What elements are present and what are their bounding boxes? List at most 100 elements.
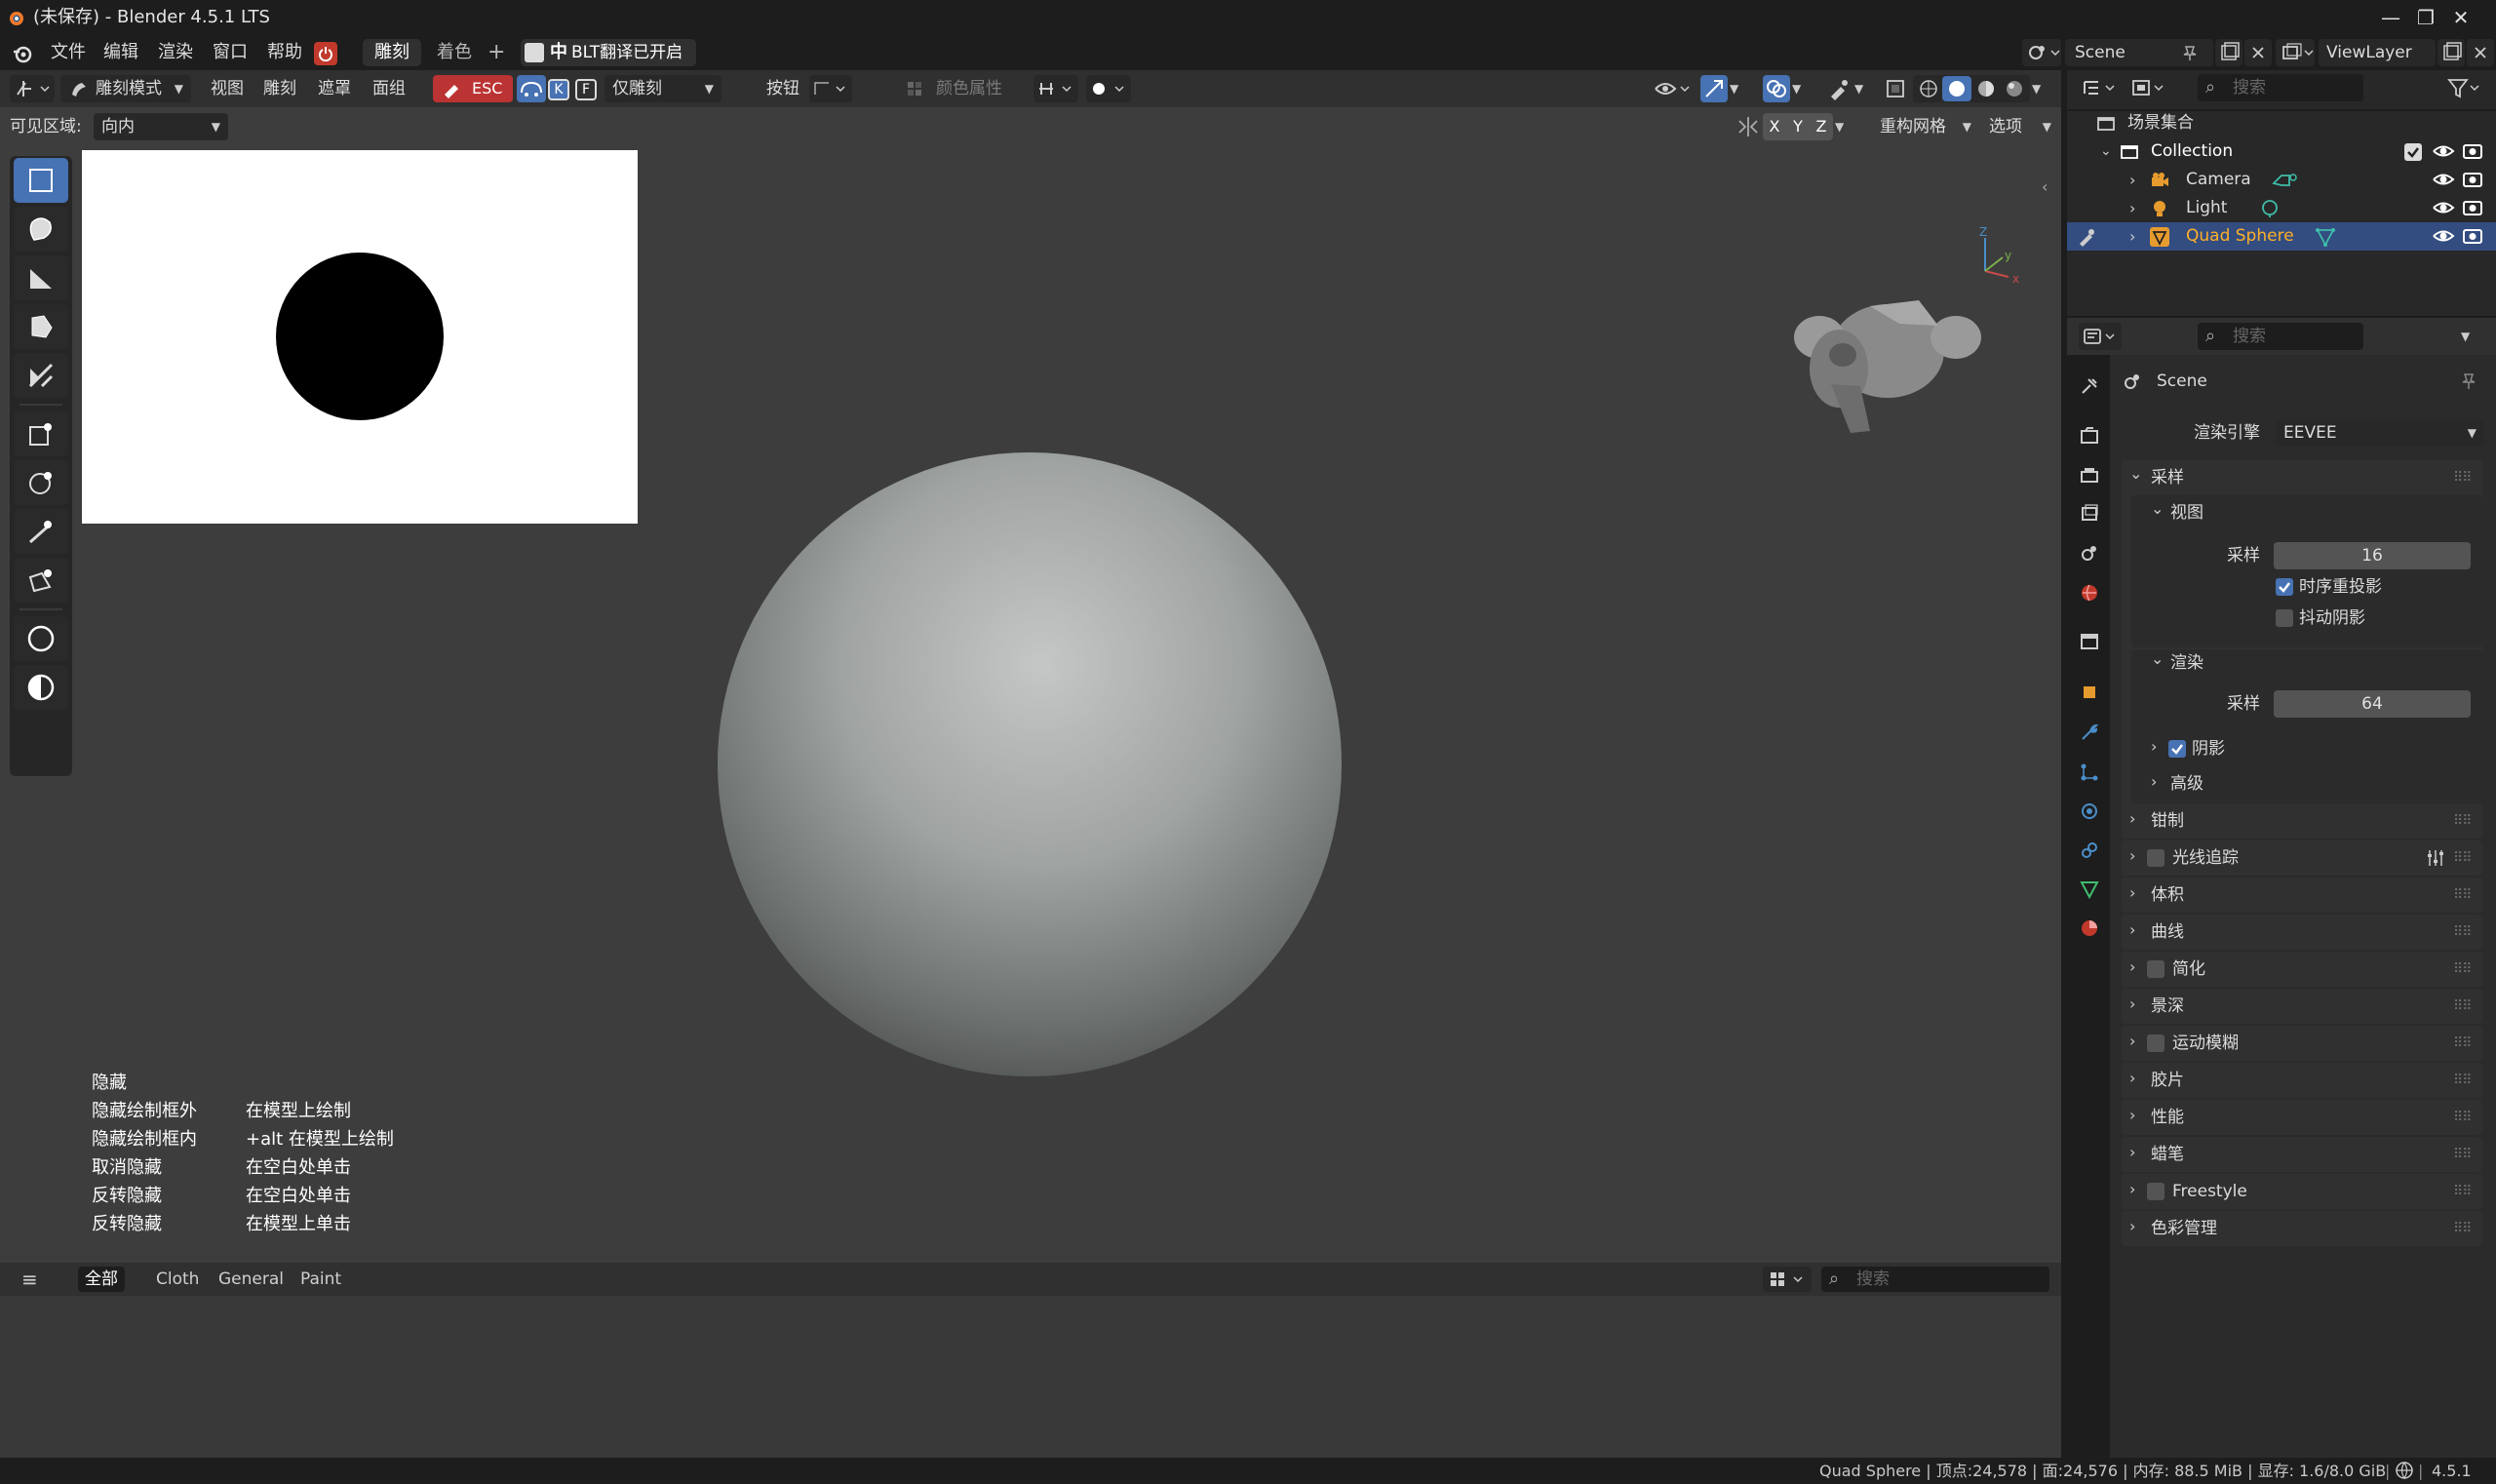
blender-menu-icon[interactable]	[12, 43, 33, 64]
box-hide-tool[interactable]	[14, 158, 68, 203]
viewport-subpanel-title[interactable]: 视图	[2170, 501, 2204, 525]
view-layer-browse-button[interactable]	[2276, 39, 2315, 66]
mesh-edit-overlay-icon[interactable]	[1825, 75, 1852, 102]
solid-shading-icon[interactable]	[1942, 75, 1971, 102]
key-f-badge[interactable]: F	[575, 79, 597, 100]
viewport-samples-field[interactable]: 16	[2274, 542, 2471, 569]
sidebar-toggle-icon[interactable]: ‹	[2042, 177, 2055, 197]
keyboard-icon[interactable]	[517, 75, 546, 102]
asset-shelf-area[interactable]	[0, 1296, 2061, 1458]
brush-display-dropdown[interactable]	[1086, 75, 1131, 102]
presets-icon[interactable]	[2424, 846, 2447, 870]
tab-shading[interactable]: 着色	[425, 39, 484, 66]
line-face-set-tool[interactable]	[14, 509, 68, 554]
jitter-shadows-checkbox[interactable]	[2276, 609, 2293, 627]
chevron-down-icon[interactable]: ▼	[2461, 323, 2484, 350]
lasso-hide-tool[interactable]	[14, 207, 68, 252]
chevron-down-icon[interactable]: ▼	[1835, 113, 1854, 140]
properties-editor-type-icon[interactable]	[2079, 323, 2122, 350]
menu-help[interactable]: 帮助	[267, 35, 302, 70]
collection-row[interactable]: ⌄ Collection	[2067, 137, 2496, 166]
options-dropdown[interactable]: 选项 ▼	[1981, 113, 2053, 140]
xray-toggle-icon[interactable]	[1882, 75, 1909, 102]
reference-image[interactable]	[82, 150, 638, 524]
shadows-checkbox[interactable]	[2168, 740, 2186, 758]
new-view-layer-icon[interactable]	[2438, 39, 2465, 66]
chevron-down-icon[interactable]: ⌄	[2151, 649, 2164, 668]
menu-edit[interactable]: 编辑	[103, 35, 138, 70]
face-set-hide-tool[interactable]	[14, 353, 68, 398]
outliner-item-quad-sphere[interactable]: › Quad Sphere	[2067, 222, 2496, 251]
chevron-down-icon[interactable]: ▼	[1792, 75, 1812, 102]
panel-film[interactable]: › 胶片 ⠿⠿	[2122, 1063, 2482, 1098]
collection-exclude-checkbox[interactable]	[2404, 143, 2422, 161]
menu-mask[interactable]: 遮罩	[318, 70, 351, 107]
button-style-dropdown[interactable]	[809, 75, 852, 102]
asset-tab-cloth[interactable]: Cloth	[156, 1267, 199, 1292]
camera-render-icon[interactable]	[2461, 166, 2484, 194]
symmetry-dropdown[interactable]	[1034, 75, 1078, 102]
render-samples-field[interactable]: 64	[2274, 690, 2471, 718]
panel-freestyle[interactable]: › Freestyle ⠿⠿	[2122, 1174, 2482, 1209]
eye-icon[interactable]	[2432, 194, 2455, 222]
key-k-badge[interactable]: K	[548, 79, 569, 100]
properties-search-input[interactable]: ⌕ 搜索	[2198, 323, 2363, 350]
globe-icon[interactable]	[2395, 1461, 2414, 1480]
material-shading-icon[interactable]	[1971, 75, 2001, 102]
delete-view-layer-icon[interactable]	[2467, 39, 2494, 66]
power-icon[interactable]	[314, 42, 337, 65]
3d-viewport[interactable]: Z x y ‹ 隐藏 隐藏绘制框外 隐藏绘制框内 取消隐藏 反转隐藏 反转隐藏 …	[0, 70, 2061, 1263]
render-tab-icon[interactable]	[2075, 421, 2104, 450]
pin-icon[interactable]	[2457, 371, 2478, 392]
filter-icon[interactable]	[2443, 74, 2486, 101]
temporal-reprojection-checkbox[interactable]	[2276, 578, 2293, 596]
hamburger-menu-icon[interactable]: ≡	[21, 1269, 43, 1290]
outliner-item-camera[interactable]: › Camera	[2067, 166, 2496, 194]
editor-type-icon[interactable]	[10, 75, 55, 102]
material-tab-icon[interactable]	[2075, 914, 2104, 943]
eye-icon[interactable]	[2432, 137, 2455, 166]
scene-collection-row[interactable]: 场景集合	[2067, 109, 2496, 137]
delete-scene-icon[interactable]	[2244, 39, 2272, 66]
translate-toggle[interactable]: 中 BLT翻译已开启	[521, 39, 696, 66]
add-workspace-button[interactable]: +	[488, 39, 505, 66]
camera-render-icon[interactable]	[2461, 194, 2484, 222]
panel-color-management[interactable]: › 色彩管理 ⠿⠿	[2122, 1211, 2482, 1246]
advanced-label[interactable]: 高级	[2170, 772, 2204, 796]
lasso-face-set-tool[interactable]	[14, 460, 68, 505]
outliner-search-input[interactable]: ⌕ 搜索	[2198, 74, 2363, 101]
axis-gizmo[interactable]: Z x y	[1973, 164, 2028, 291]
sculpt-only-dropdown[interactable]: 仅雕刻 ▼	[604, 75, 722, 102]
panel-curves[interactable]: › 曲线 ⠿⠿	[2122, 915, 2482, 950]
suzanne-navigation-gizmo[interactable]	[1782, 267, 1993, 443]
axis-y-toggle[interactable]: Y	[1786, 113, 1810, 140]
pin-icon[interactable]	[2180, 43, 2200, 62]
gizmo-toggle-icon[interactable]	[1700, 75, 1728, 102]
color-attribute-label[interactable]: 颜色属性	[936, 70, 1002, 107]
raytracing-checkbox[interactable]	[2147, 849, 2164, 867]
camera-render-icon[interactable]	[2461, 222, 2484, 251]
asset-display-dropdown[interactable]	[1763, 1267, 1812, 1292]
drag-handle-icon[interactable]: ⠿⠿	[2453, 470, 2472, 486]
lasso-trim-tool[interactable]	[14, 665, 68, 710]
menu-window[interactable]: 窗口	[213, 35, 248, 70]
axis-x-toggle[interactable]: X	[1763, 113, 1786, 140]
mode-dropdown[interactable]: 雕刻模式 ▼	[60, 75, 191, 102]
chevron-right-icon[interactable]: ›	[2151, 772, 2157, 791]
close-button[interactable]: ✕	[2426, 0, 2496, 35]
eye-icon[interactable]	[2432, 166, 2455, 194]
visible-area-dropdown[interactable]: 向内 ▼	[94, 113, 228, 140]
wireframe-shading-icon[interactable]	[1913, 75, 1942, 102]
display-mode-dropdown[interactable]	[2127, 74, 2170, 101]
polyline-hide-tool[interactable]	[14, 304, 68, 349]
modifier-tab-icon[interactable]	[2075, 718, 2104, 747]
remesh-dropdown[interactable]: 重构网格 ▼	[1872, 113, 1973, 140]
render-subpanel-title[interactable]: 渲染	[2170, 651, 2204, 675]
data-tab-icon[interactable]	[2075, 875, 2104, 904]
panel-raytracing[interactable]: › 光线追踪 ⠿⠿	[2122, 840, 2482, 876]
chevron-down-icon[interactable]: ⌄	[2151, 499, 2164, 518]
scene-browse-button[interactable]	[2022, 39, 2061, 66]
chevron-down-icon[interactable]: ▼	[2032, 75, 2051, 102]
render-engine-dropdown[interactable]: EEVEE ▼	[2276, 419, 2484, 447]
new-scene-icon[interactable]	[2215, 39, 2242, 66]
